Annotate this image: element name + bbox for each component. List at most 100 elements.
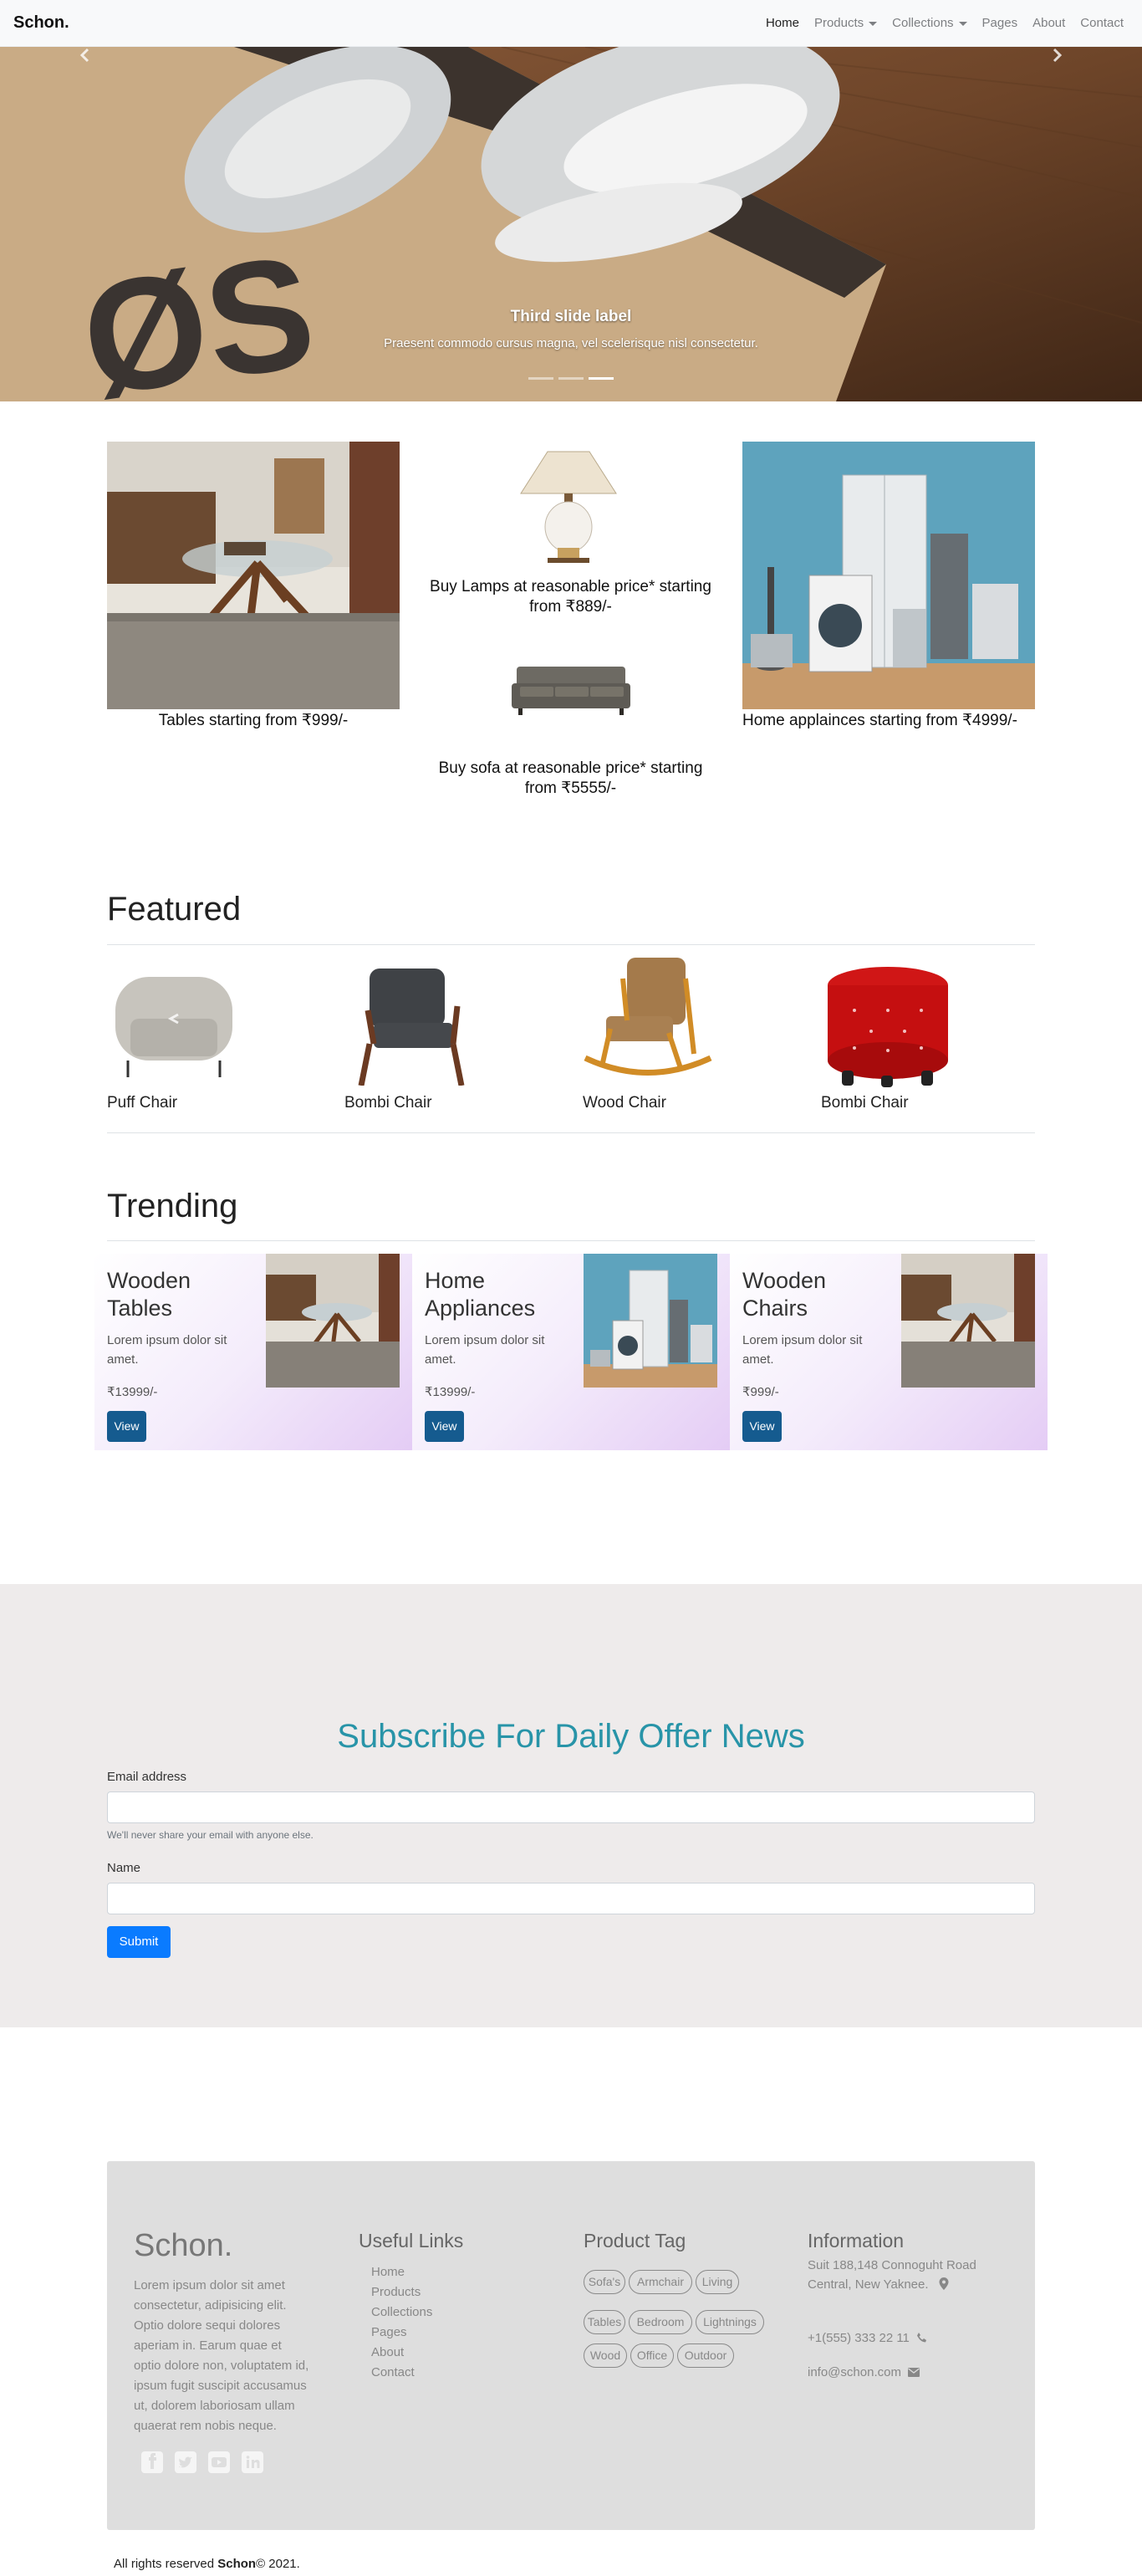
caret-down-icon [869,21,878,26]
useful-links-title: Useful Links [359,2230,464,2251]
tag-living[interactable]: Living [696,2270,739,2294]
trending-card-text: Lorem ipsum dolor sit amet. [107,1333,227,1367]
email-help-text: We'll never share your email with anyone… [107,1829,314,1841]
hero-caption-text: Praesent commodo cursus magna, vel scele… [384,336,758,350]
tag-bedroom[interactable]: Bedroom [629,2310,692,2334]
featured-divider [107,944,1035,945]
trending-title: Trending [107,1188,238,1224]
copyright-brand: Schon [217,2557,257,2571]
envelope-icon [908,2368,920,2377]
nav-item-products[interactable]: Products [813,16,878,30]
featured-item-name-1: Puff Chair [107,1094,178,1112]
nav-item-collections-label: Collections [892,16,954,30]
nav-item-home[interactable]: Home [766,16,799,30]
footer-brand: Schon. [134,2228,233,2263]
trending-divider [107,1240,1035,1241]
featured-title: Featured [107,891,242,928]
trending-card-1: Wooden Tables Lorem ipsum dolor sit amet… [94,1254,412,1450]
featured-bottom-divider [107,1132,1035,1133]
navbar: Schon. Home Products Collections Pages A… [0,0,1142,47]
name-field[interactable] [107,1883,1035,1914]
phone-icon [917,2333,927,2343]
tag-wood[interactable]: Wood [584,2343,627,2368]
map-marker-icon [939,2277,949,2290]
tables-image [107,442,400,709]
tag-outdoor[interactable]: Outdoor [677,2343,734,2368]
chevron-right-icon[interactable] [1048,47,1065,64]
tag-office[interactable]: Office [630,2343,674,2368]
tag-armchair[interactable]: Armchair [629,2270,692,2294]
nav-item-pages[interactable]: Pages [982,16,1018,30]
trending-card-image [266,1254,400,1388]
brand-logo[interactable]: Schon. [13,13,69,33]
hero-carousel: ØS Third slide label Praesent commodo cu… [0,47,1142,401]
subscribe-title: Subscribe For Daily Offer News [337,1718,805,1755]
submit-button[interactable]: Submit [107,1926,171,1958]
carousel-indicator-2[interactable] [558,377,584,380]
footer-link-products[interactable]: Products [371,2285,421,2299]
trending-card-price: ₹13999/- [425,1385,476,1399]
view-button[interactable]: View [742,1411,782,1442]
chevron-left-icon[interactable] [77,47,94,64]
view-button[interactable]: View [425,1411,464,1442]
appliances-image [742,442,1035,709]
nav-menu: Home Products Collections Pages About Co… [766,16,1124,30]
email-field[interactable] [107,1791,1035,1823]
information-title: Information [808,2230,905,2251]
tag-sofas[interactable]: Sofa's [584,2270,625,2294]
hero-caption-title: Third slide label [510,308,632,325]
nav-item-contact[interactable]: Contact [1080,16,1124,30]
carousel-indicator-3[interactable] [589,377,614,380]
facebook-icon[interactable] [140,2451,164,2474]
featured-item-name-4: Bombi Chair [821,1094,909,1112]
tag-lightnings[interactable]: Lightnings [696,2310,764,2334]
appliances-caption: Home applainces starting from ₹4999/- [742,712,1017,729]
copyright: All rights reserved Schon© 2021. [114,2557,300,2571]
lamp-image [514,443,623,565]
trending-card-image [901,1254,1035,1388]
footer-link-about[interactable]: About [371,2345,404,2359]
footer-email: info@schon.com [808,2363,920,2382]
sofa-caption: Buy sofa at reasonable price* starting f… [438,759,703,797]
twitter-icon[interactable] [174,2451,197,2474]
view-button[interactable]: View [107,1411,146,1442]
product-tag-title: Product Tag [584,2230,686,2251]
name-label: Name [107,1861,141,1875]
footer-link-collections[interactable]: Collections [371,2305,432,2319]
tables-caption: Tables starting from ₹999/- [158,712,349,729]
linkedin-icon[interactable] [241,2451,264,2474]
footer-link-home[interactable]: Home [371,2265,405,2279]
trending-card-price: ₹13999/- [107,1385,158,1399]
featured-item-image-1 [107,960,241,1086]
copyright-suffix: © 2021. [256,2557,300,2571]
nav-item-about[interactable]: About [1032,16,1065,30]
footer-link-pages[interactable]: Pages [371,2325,407,2339]
featured-item-image-2 [344,960,478,1086]
trending-card-title: Wooden Chairs [742,1268,827,1321]
lamps-caption: Buy Lamps at reasonable price* starting … [430,578,711,616]
trending-card-3: Wooden Chairs Lorem ipsum dolor sit amet… [730,1254,1048,1450]
footer-link-contact[interactable]: Contact [371,2365,415,2379]
email-label: Email address [107,1770,187,1784]
footer-description: Lorem ipsum dolor sit amet consectetur, … [134,2278,309,2433]
trending-card-2: Home Appliances Lorem ipsum dolor sit am… [412,1254,730,1450]
footer-phone: +1(555) 333 22 11 [808,2328,927,2348]
sofa-image [512,665,630,719]
carousel-indicators [528,377,614,380]
carousel-indicator-1[interactable] [528,377,553,380]
featured-item-name-2: Bombi Chair [344,1094,432,1112]
nav-item-collections[interactable]: Collections [892,16,967,30]
footer-phone-text: +1(555) 333 22 11 [808,2331,910,2345]
footer-email-text: info@schon.com [808,2365,901,2379]
footer-address-text: Suit 188,148 Connoguht Road Central, New… [808,2258,976,2292]
subscribe-section: Subscribe For Daily Offer News Email add… [0,1584,1142,2027]
copyright-prefix: All rights reserved [114,2557,218,2571]
trending-card-text: Lorem ipsum dolor sit amet. [425,1333,545,1367]
trending-card-title: Wooden Tables [107,1268,191,1321]
footer-address: Suit 188,148 Connoguht Road Central, New… [808,2256,1000,2294]
footer: Schon. Lorem ipsum dolor sit amet consec… [107,2161,1035,2530]
featured-item-image-4 [821,960,955,1090]
tag-tables[interactable]: Tables [584,2310,625,2334]
youtube-icon[interactable] [207,2451,231,2474]
nav-item-products-label: Products [813,16,864,30]
